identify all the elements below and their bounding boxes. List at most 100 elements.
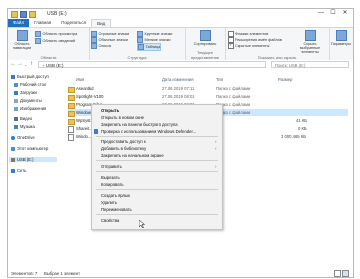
folder-icon <box>68 118 75 125</box>
column-header-size[interactable]: Размер <box>278 77 292 82</box>
sidebar-item-quick-access[interactable]: Быстрый доступ <box>11 74 49 79</box>
menu-item-delete[interactable]: Удалить <box>101 200 117 205</box>
sidebar-item-network[interactable]: Сеть <box>11 168 26 173</box>
menu-item-properties[interactable]: Свойства <box>101 218 119 223</box>
properties-icon[interactable] <box>20 11 27 18</box>
sidebar-item-label: Этот компьютер <box>17 146 49 151</box>
large-icons-view-icon[interactable] <box>342 270 349 277</box>
menu-item-label: Проверка с использованием Windows Defend… <box>101 129 197 134</box>
menu-item-add-library[interactable]: Добавить в библиотеку › <box>101 146 217 151</box>
menu-item-copy[interactable]: Копировать <box>101 182 124 187</box>
sidebar-item-video[interactable]: Видео <box>14 116 32 121</box>
menu-item-send-to[interactable]: Отправить › <box>101 164 217 169</box>
new-folder-icon[interactable] <box>29 11 36 18</box>
sort-icon <box>199 30 211 41</box>
submenu-arrow-icon: › <box>215 139 217 144</box>
hide-selected-label: Скрыть выбранные элементы <box>299 42 321 54</box>
checkbox-label: Флажки элементов <box>235 31 269 36</box>
menu-item-label: Добавить в библиотеку <box>101 146 147 151</box>
status-bar: Элементов: 7 Выбран 1 элемент <box>8 270 353 277</box>
folder-icon <box>68 86 75 93</box>
quick-access-toolbar <box>11 11 36 18</box>
sidebar-item-this-pc[interactable]: Этот компьютер <box>11 146 48 151</box>
sidebar-item-pictures[interactable]: Изображения <box>14 106 46 111</box>
back-button[interactable]: ← <box>10 61 16 67</box>
tab-share[interactable]: Поделиться <box>56 19 91 27</box>
sidebar-item-label: Загрузки <box>20 90 37 95</box>
table-row[interactable]: Aseantkd 27.06.2019 07:11 Папка с файлам… <box>68 85 348 93</box>
documents-icon <box>14 98 18 103</box>
video-icon <box>14 116 18 121</box>
menu-item-pin-quick-access[interactable]: Закрепить на панели быстрого доступа <box>101 122 178 127</box>
options-button[interactable]: Параметры <box>330 30 352 46</box>
view-details[interactable]: Таблица <box>137 43 162 51</box>
sidebar-item-music[interactable]: Музыка <box>14 124 35 129</box>
sidebar-item-onedrive[interactable]: OneDrive <box>11 135 35 140</box>
recent-locations-button[interactable]: ⌄ <box>24 62 27 67</box>
download-icon <box>14 90 18 95</box>
tab-file[interactable]: Файл <box>8 19 30 27</box>
computer-icon <box>11 146 15 151</box>
folder-icon <box>11 11 18 18</box>
menu-item-rename[interactable]: Переименовать <box>101 207 132 212</box>
sidebar-item-downloads[interactable]: Загрузки <box>14 90 37 95</box>
menu-separator <box>96 136 218 137</box>
sort-button[interactable]: Сортировать <box>189 30 221 46</box>
checkbox-label: Скрытые элементы <box>235 43 270 48</box>
item-checkboxes-toggle[interactable]: Флажки элементов <box>228 31 268 37</box>
sidebar-item-label: Сеть <box>17 168 27 173</box>
sidebar-item-label: OneDrive <box>17 135 35 140</box>
menu-item-defender-scan[interactable]: Проверка с использованием Windows Defend… <box>94 129 197 134</box>
checkbox-label: Расширения имён файлов <box>235 37 282 42</box>
forward-button[interactable]: → <box>17 61 23 67</box>
menu-item-create-shortcut[interactable]: Создать ярлык <box>101 193 130 198</box>
menu-item-open-new-window[interactable]: Открыть в новом окне <box>101 115 144 120</box>
preview-pane-button[interactable]: Область просмотра <box>35 31 77 37</box>
file-type: Папка с файлами <box>216 86 251 91</box>
file-size: 41 КБ <box>296 118 308 123</box>
options-icon <box>335 30 347 41</box>
close-button[interactable]: ✕ <box>339 9 351 18</box>
selection-count: Выбран 1 элемент <box>44 271 81 276</box>
search-input[interactable]: Поиск: USB (E:) <box>271 61 349 68</box>
column-header-name[interactable]: Имя <box>76 77 84 82</box>
column-header-date[interactable]: Дата изменения <box>162 77 193 82</box>
navigation-pane: Быстрый доступ Рабочий стол Загрузки Док… <box>8 70 60 268</box>
menu-separator <box>96 214 218 215</box>
file-extensions-toggle[interactable]: Расширения имён файлов <box>228 37 282 43</box>
desktop-icon <box>14 82 18 87</box>
tab-home[interactable]: Главная <box>29 19 56 27</box>
menu-item-pin-start[interactable]: Закрепить на начальном экране <box>101 153 164 158</box>
maximize-button[interactable]: ☐ <box>327 9 339 18</box>
preview-pane-label: Область просмотра <box>42 32 78 36</box>
context-menu: Открыть Открыть в новом окне Закрепить н… <box>91 104 223 230</box>
hide-selected-button[interactable]: Скрыть выбранные элементы <box>293 30 327 54</box>
nav-pane-button[interactable]: Область навигации <box>10 30 34 50</box>
minimize-button[interactable]: — <box>315 9 327 18</box>
file-name: Spotlight-V100 <box>76 94 104 99</box>
file-size: 3 000 465 КБ <box>281 134 306 139</box>
file-name: Aseantkd <box>76 86 94 91</box>
sidebar-item-desktop[interactable]: Рабочий стол <box>14 82 46 87</box>
group-label-current-view: Текущее представление <box>190 50 220 60</box>
preview-pane-icon <box>35 31 41 37</box>
details-view-icon[interactable] <box>334 270 341 277</box>
menu-item-give-access[interactable]: Предоставить доступ к › <box>101 139 217 144</box>
tab-view[interactable]: Вид <box>91 19 112 27</box>
menu-item-cut[interactable]: Вырезать <box>101 175 120 180</box>
menu-item-open[interactable]: Открыть <box>101 108 119 113</box>
address-field[interactable]: › USB (E:) <box>38 61 266 68</box>
details-pane-label: Область сведений <box>42 39 76 43</box>
column-header-type[interactable]: Тип <box>216 77 223 82</box>
sidebar-item-label: Документы <box>20 98 42 103</box>
sidebar-item-documents[interactable]: Документы <box>14 98 42 103</box>
checkbox-checked-icon <box>228 43 234 49</box>
defender-icon <box>94 129 98 134</box>
hidden-items-toggle[interactable]: Скрытые элементы <box>228 43 269 49</box>
view-list[interactable]: Список <box>91 43 111 49</box>
up-button[interactable]: ↑ <box>30 61 33 67</box>
sidebar-item-usb[interactable]: USB (E:) <box>9 157 57 162</box>
file-date: 27.06.2019 08:01 <box>162 94 195 99</box>
details-pane-button[interactable]: Область сведений <box>35 38 75 44</box>
table-row[interactable]: Spotlight-V100 27.06.2019 08:01 Папка с … <box>68 93 348 101</box>
